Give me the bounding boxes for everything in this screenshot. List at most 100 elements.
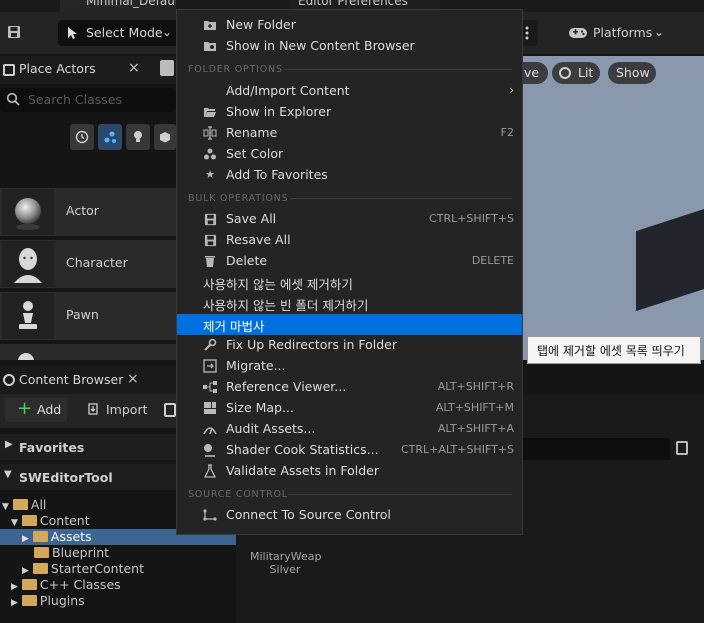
menu-item-show-in-new-content-browser[interactable]: Show in New Content Browser bbox=[177, 36, 522, 57]
menu-item-add-import-content[interactable]: Add/Import Content › bbox=[177, 81, 522, 102]
menu-item-size-map[interactable]: Size Map... ALT+SHIFT+M bbox=[177, 398, 522, 419]
select-mode-icon bbox=[66, 26, 80, 43]
size-map-icon bbox=[203, 401, 217, 415]
tree-item-plugins[interactable]: ▶ Plugins bbox=[11, 593, 85, 609]
migrate-icon bbox=[203, 359, 217, 373]
save-search-icon[interactable] bbox=[676, 441, 688, 455]
folder-icon bbox=[34, 547, 49, 558]
menu-item-add-to-favorites[interactable]: ★ Add To Favorites bbox=[177, 165, 522, 186]
character-icon bbox=[2, 241, 54, 287]
folder-icon bbox=[12, 499, 28, 510]
place-actors-title: Place Actors bbox=[19, 61, 96, 76]
actor-item-partial[interactable] bbox=[0, 344, 176, 360]
rename-icon bbox=[203, 126, 217, 140]
close-icon[interactable]: × bbox=[128, 60, 140, 76]
menu-item-label: Migrate... bbox=[226, 358, 286, 373]
menu-item-label: Size Map... bbox=[226, 400, 294, 415]
star-icon: ★ bbox=[205, 168, 215, 181]
asset-search-input[interactable] bbox=[520, 438, 670, 460]
save-icon bbox=[203, 233, 217, 247]
import-button[interactable]: Import bbox=[86, 398, 150, 422]
viewport-show-button[interactable]: Show bbox=[608, 62, 656, 84]
menu-item-reference-viewer[interactable]: Reference Viewer... ALT+SHIFT+R bbox=[177, 377, 522, 398]
menu-item-set-color[interactable]: Set Color bbox=[177, 144, 522, 165]
menu-item-connect-to-source-control[interactable]: Connect To Source Control bbox=[177, 505, 522, 526]
menu-item-migrate[interactable]: Migrate... bbox=[177, 356, 522, 377]
tree-item-cpp-classes[interactable]: ▶ C++ Classes bbox=[11, 577, 121, 593]
menu-item-label: New Folder bbox=[226, 17, 296, 32]
tab-editor-preferences-label: Editor Preferences bbox=[298, 0, 408, 8]
new-folder-icon bbox=[203, 18, 217, 32]
select-mode-dropdown[interactable]: Select Mode ⌄ bbox=[58, 20, 180, 46]
menu-item-remove-unused-assets[interactable]: 사용하지 않는 에셋 제거하기 bbox=[177, 272, 522, 293]
shapes-icon[interactable] bbox=[154, 124, 176, 150]
tree-item-label: StarterContent bbox=[50, 561, 144, 576]
folder-open-icon bbox=[203, 105, 217, 119]
menu-item-show-in-explorer[interactable]: Show in Explorer bbox=[177, 102, 522, 123]
tree-item-assets[interactable]: ▶ Assets bbox=[22, 529, 92, 545]
chevron-right-icon: ▶ bbox=[5, 439, 13, 450]
menu-item-rename[interactable]: Rename F2 bbox=[177, 123, 522, 144]
folder-icon bbox=[21, 595, 37, 606]
menu-item-remove-empty-folders[interactable]: 사용하지 않는 빈 폴더 제거하기 bbox=[177, 293, 522, 314]
menu-item-fix-up-redirectors[interactable]: Fix Up Redirectors in Folder bbox=[177, 335, 522, 356]
wrench-icon bbox=[203, 338, 217, 352]
menu-item-label: Reference Viewer... bbox=[226, 379, 347, 394]
asset-tile[interactable]: MilitaryWeap Silver bbox=[250, 550, 321, 576]
favorites-label: Favorites bbox=[19, 440, 85, 455]
menu-item-new-folder[interactable]: New Folder bbox=[177, 15, 522, 36]
chevron-down-icon: ▼ bbox=[4, 469, 12, 480]
tree-item-startercontent[interactable]: ▶ StarterContent bbox=[22, 561, 144, 577]
actor-partial-icon bbox=[18, 353, 34, 360]
platforms-label: Platforms bbox=[593, 25, 653, 40]
menu-item-resave-all[interactable]: Resave All bbox=[177, 230, 522, 251]
actor-item-pawn[interactable]: Pawn bbox=[0, 292, 176, 340]
project-label: SWEditorTool bbox=[19, 470, 113, 485]
menu-item-label: Audit Assets... bbox=[226, 421, 316, 436]
menu-item-save-all[interactable]: Save All CTRL+SHIFT+S bbox=[177, 209, 522, 230]
tree-item-label: Assets bbox=[50, 529, 92, 544]
chevron-down-icon: ⌄ bbox=[162, 25, 173, 39]
platforms-dropdown[interactable]: Platforms ⌄ bbox=[562, 20, 682, 46]
actor-item-actor[interactable]: Actor bbox=[0, 188, 176, 236]
menu-item-shader-cook-statistics[interactable]: Shader Cook Statistics... CTRL+ALT+SHIFT… bbox=[177, 440, 522, 461]
add-button[interactable]: + Add bbox=[5, 398, 67, 422]
tree-item-all[interactable]: ▼ All bbox=[2, 497, 46, 513]
chevron-right-icon: ▶ bbox=[11, 582, 18, 592]
search-classes-placeholder: Search Classes bbox=[28, 92, 123, 107]
basic-actors-icon[interactable] bbox=[98, 124, 122, 150]
menu-item-delete[interactable]: Delete DELETE bbox=[177, 251, 522, 272]
save-icon[interactable] bbox=[4, 21, 24, 43]
actor-item-character[interactable]: Character bbox=[0, 240, 176, 288]
chevron-down-icon: ▼ bbox=[11, 518, 18, 528]
viewport-lit-button[interactable]: Lit bbox=[552, 62, 600, 84]
chevron-right-icon: › bbox=[509, 83, 514, 97]
tab-level-editor[interactable]: Minimal_Default bbox=[60, 0, 176, 12]
add-label: Add bbox=[37, 402, 62, 417]
menu-item-audit-assets[interactable]: Audit Assets... ALT+SHIFT+A bbox=[177, 419, 522, 440]
menu-item-removal-wizard[interactable]: 제거 마법사 bbox=[177, 314, 522, 335]
tree-item-label: Content bbox=[39, 513, 90, 528]
close-icon[interactable]: × bbox=[127, 371, 139, 387]
blueprint-tab-icon[interactable] bbox=[160, 60, 174, 76]
save-all-icon[interactable] bbox=[164, 403, 176, 417]
tree-item-content[interactable]: ▼ Content bbox=[11, 513, 90, 529]
level-viewport[interactable] bbox=[520, 56, 704, 360]
content-browser-title: Content Browser bbox=[19, 372, 124, 387]
menu-item-label: Validate Assets in Folder bbox=[226, 463, 379, 478]
menu-item-label: Shader Cook Statistics... bbox=[226, 442, 379, 457]
menu-item-label: 제거 마법사 bbox=[203, 319, 265, 334]
menu-item-label: Show in New Content Browser bbox=[226, 38, 415, 53]
tree-item-label: C++ Classes bbox=[39, 577, 121, 592]
search-classes-input[interactable]: Search Classes bbox=[0, 88, 176, 112]
menu-item-validate-assets[interactable]: Validate Assets in Folder bbox=[177, 461, 522, 482]
lit-sphere-icon bbox=[559, 67, 571, 79]
recently-placed-icon[interactable] bbox=[70, 124, 94, 150]
menu-item-shortcut: F2 bbox=[500, 126, 514, 139]
actor-item-label: Character bbox=[66, 255, 128, 270]
menu-item-shortcut: ALT+SHIFT+M bbox=[435, 401, 514, 414]
tree-item-blueprint[interactable]: Blueprint bbox=[34, 545, 109, 561]
search-icon bbox=[6, 92, 20, 109]
folder-icon bbox=[21, 515, 37, 526]
lights-icon[interactable] bbox=[126, 124, 150, 150]
